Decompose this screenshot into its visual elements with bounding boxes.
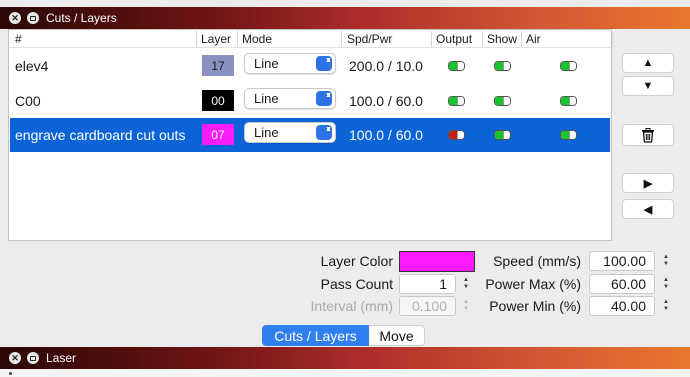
layer-number-swatch: 07 — [202, 124, 234, 145]
mode-select[interactable]: Line ▲ ▼ — [244, 122, 336, 143]
output-toggle[interactable] — [448, 96, 465, 106]
layer-color-swatch[interactable] — [399, 251, 475, 272]
laser-panel-content — [0, 369, 690, 377]
power-min-stepper[interactable]: ▲ ▼ — [661, 296, 671, 316]
column-separator — [431, 31, 432, 47]
col-header-name: # — [15, 32, 22, 46]
tab-move[interactable]: Move — [369, 325, 425, 346]
chevron-down-icon: ▼ — [642, 80, 654, 92]
chevron-up-icon: ▲ — [642, 57, 654, 69]
mode-select-value: Line — [254, 125, 279, 140]
layer-number-swatch: 17 — [202, 55, 234, 76]
select-arrows-icon: ▲ ▼ — [316, 125, 332, 140]
window-titlebar: ✕ Cuts / Layers — [0, 7, 690, 29]
mode-select-value: Line — [254, 56, 279, 71]
col-header-air: Air — [526, 32, 541, 46]
column-separator — [612, 31, 613, 47]
col-header-mode: Mode — [242, 32, 273, 46]
speed-stepper[interactable]: ▲ ▼ — [661, 251, 671, 271]
move-left-button[interactable]: ◀ — [622, 199, 674, 219]
column-separator — [237, 31, 238, 47]
column-separator — [521, 31, 522, 47]
output-toggle[interactable] — [448, 130, 465, 140]
delete-layer-button[interactable] — [622, 124, 674, 146]
restore-icon[interactable] — [27, 352, 39, 364]
restore-icon[interactable] — [27, 12, 39, 24]
table-row[interactable]: C00 00 Line ▲ ▼ 100.0 / 60.0 — [10, 84, 610, 118]
col-header-layer: Layer — [201, 32, 232, 46]
mode-select[interactable]: Line ▲ ▼ — [244, 88, 336, 109]
air-toggle[interactable] — [560, 130, 577, 140]
power-max-label: Power Max (%) — [485, 276, 581, 292]
power-max-input[interactable]: 60.00 — [589, 274, 655, 294]
layer-name: elev4 — [15, 58, 49, 74]
column-separator — [341, 31, 342, 47]
close-icon[interactable]: ✕ — [9, 352, 21, 364]
laser-window-title: Laser — [46, 351, 77, 365]
mode-select[interactable]: Line ▲ ▼ — [244, 53, 336, 74]
layer-name: C00 — [15, 93, 41, 109]
select-arrows-icon: ▲ ▼ — [316, 56, 332, 71]
move-right-button[interactable]: ▶ — [622, 173, 674, 193]
cuts-layers-table: # Layer Mode Spd/Pwr Output Show Air ele… — [8, 29, 613, 241]
show-toggle[interactable] — [494, 130, 511, 140]
window-title: Cuts / Layers — [46, 11, 117, 25]
pass-count-label: Pass Count — [320, 276, 393, 292]
tab-cuts-layers[interactable]: Cuts / Layers — [262, 325, 369, 346]
layer-color-label: Layer Color — [320, 253, 393, 269]
table-header: # Layer Mode Spd/Pwr Output Show Air — [9, 30, 613, 48]
speed-power-value: 100.0 / 60.0 — [349, 127, 423, 143]
power-max-stepper[interactable]: ▲ ▼ — [661, 274, 671, 294]
speed-input[interactable]: 100.00 — [589, 251, 655, 271]
col-header-output: Output — [436, 32, 473, 46]
select-arrows-icon: ▲ ▼ — [316, 91, 332, 106]
close-icon[interactable]: ✕ — [9, 12, 21, 24]
speed-power-value: 100.0 / 60.0 — [349, 93, 423, 109]
speed-power-value: 200.0 / 10.0 — [349, 58, 423, 74]
air-toggle[interactable] — [560, 61, 577, 71]
laser-window-titlebar: ✕ Laser — [0, 347, 690, 369]
show-toggle[interactable] — [494, 61, 511, 71]
interval-input[interactable]: 0.100 — [399, 296, 456, 316]
power-min-label: Power Min (%) — [489, 298, 581, 314]
layer-number-swatch: 00 — [202, 90, 234, 111]
table-row[interactable]: elev4 17 Line ▲ ▼ 200.0 / 10.0 — [10, 49, 610, 83]
table-row[interactable]: engrave cardboard cut outs 07 Line ▲ ▼ 100.0 … — [10, 118, 610, 152]
chevron-right-icon: ▶ — [643, 177, 653, 190]
trash-icon — [642, 127, 654, 143]
show-toggle[interactable] — [494, 96, 511, 106]
panel-tabs: Cuts / Layers Move — [262, 325, 425, 346]
column-separator — [482, 31, 483, 47]
air-toggle[interactable] — [560, 96, 577, 106]
layer-name: engrave cardboard cut outs — [15, 127, 186, 143]
pass-count-input[interactable]: 1 — [399, 274, 456, 294]
mode-select-value: Line — [254, 91, 279, 106]
output-toggle[interactable] — [448, 61, 465, 71]
col-header-show: Show — [487, 32, 518, 46]
col-header-spdpwr: Spd/Pwr — [347, 32, 393, 46]
column-separator — [196, 31, 197, 47]
interval-label: Interval (mm) — [310, 298, 393, 314]
move-up-button[interactable]: ▲ — [622, 53, 674, 73]
chevron-left-icon: ◀ — [643, 203, 653, 216]
speed-label: Speed (mm/s) — [493, 253, 581, 269]
move-down-button[interactable]: ▼ — [622, 76, 674, 96]
power-min-input[interactable]: 40.00 — [589, 296, 655, 316]
